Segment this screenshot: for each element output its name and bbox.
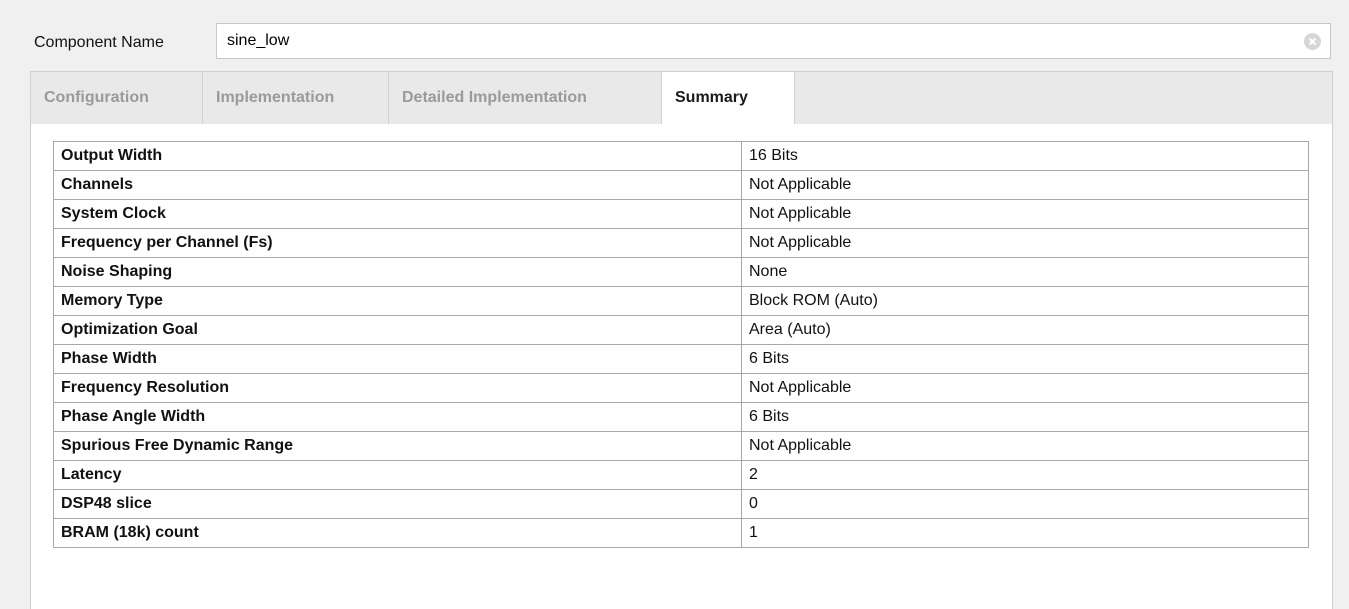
tab-detailed-implementation[interactable]: Detailed Implementation bbox=[389, 72, 661, 124]
summary-key: Optimization Goal bbox=[53, 315, 742, 345]
component-dialog: Component Name Configuration Implementat… bbox=[0, 0, 1349, 609]
summary-value: 6 Bits bbox=[741, 402, 1309, 432]
table-row: System Clock Not Applicable bbox=[53, 199, 1309, 229]
tab-bar: Configuration Implementation Detailed Im… bbox=[31, 72, 1332, 124]
summary-value: Not Applicable bbox=[741, 170, 1309, 200]
summary-value: Not Applicable bbox=[741, 228, 1309, 258]
component-name-label: Component Name bbox=[34, 34, 164, 51]
summary-value: 1 bbox=[741, 518, 1309, 548]
summary-key: Output Width bbox=[53, 141, 742, 171]
summary-table: Output Width 16 Bits Channels Not Applicabl… bbox=[53, 141, 1309, 548]
summary-key: Phase Angle Width bbox=[53, 402, 742, 432]
table-row: BRAM (18k) count 1 bbox=[53, 518, 1309, 548]
table-row: Latency 2 bbox=[53, 460, 1309, 490]
clear-circle-icon[interactable] bbox=[1304, 33, 1321, 50]
summary-key: Phase Width bbox=[53, 344, 742, 374]
tab-summary[interactable]: Summary bbox=[661, 72, 795, 124]
summary-key: Frequency Resolution bbox=[53, 373, 742, 403]
summary-key: Noise Shaping bbox=[53, 257, 742, 287]
summary-value: Not Applicable bbox=[741, 199, 1309, 229]
summary-value: 0 bbox=[741, 489, 1309, 519]
tab-configuration[interactable]: Configuration bbox=[31, 72, 203, 124]
summary-value: None bbox=[741, 257, 1309, 287]
summary-value: Not Applicable bbox=[741, 373, 1309, 403]
table-row: Channels Not Applicable bbox=[53, 170, 1309, 200]
summary-value: Area (Auto) bbox=[741, 315, 1309, 345]
summary-key: Memory Type bbox=[53, 286, 742, 316]
summary-value: 16 Bits bbox=[741, 141, 1309, 171]
table-row: Frequency per Channel (Fs) Not Applicable bbox=[53, 228, 1309, 258]
tab-panel: Configuration Implementation Detailed Im… bbox=[30, 71, 1333, 609]
summary-key: Spurious Free Dynamic Range bbox=[53, 431, 742, 461]
summary-key: System Clock bbox=[53, 199, 742, 229]
summary-key: Frequency per Channel (Fs) bbox=[53, 228, 742, 258]
component-name-input[interactable] bbox=[227, 24, 1287, 58]
summary-value: Not Applicable bbox=[741, 431, 1309, 461]
summary-value: 6 Bits bbox=[741, 344, 1309, 374]
summary-value: 2 bbox=[741, 460, 1309, 490]
table-row: Phase Width 6 Bits bbox=[53, 344, 1309, 374]
summary-key: Channels bbox=[53, 170, 742, 200]
table-row: Noise Shaping None bbox=[53, 257, 1309, 287]
summary-key: Latency bbox=[53, 460, 742, 490]
table-row: DSP48 slice 0 bbox=[53, 489, 1309, 519]
tab-implementation[interactable]: Implementation bbox=[203, 72, 389, 124]
table-row: Frequency Resolution Not Applicable bbox=[53, 373, 1309, 403]
summary-table-body: Output Width 16 Bits Channels Not Applicabl… bbox=[53, 141, 1309, 548]
table-row: Phase Angle Width 6 Bits bbox=[53, 402, 1309, 432]
summary-key: DSP48 slice bbox=[53, 489, 742, 519]
component-name-field[interactable] bbox=[216, 23, 1331, 59]
summary-key: BRAM (18k) count bbox=[53, 518, 742, 548]
table-row: Optimization Goal Area (Auto) bbox=[53, 315, 1309, 345]
summary-value: Block ROM (Auto) bbox=[741, 286, 1309, 316]
table-row: Spurious Free Dynamic Range Not Applicabl… bbox=[53, 431, 1309, 461]
table-row: Output Width 16 Bits bbox=[53, 141, 1309, 171]
table-row: Memory Type Block ROM (Auto) bbox=[53, 286, 1309, 316]
